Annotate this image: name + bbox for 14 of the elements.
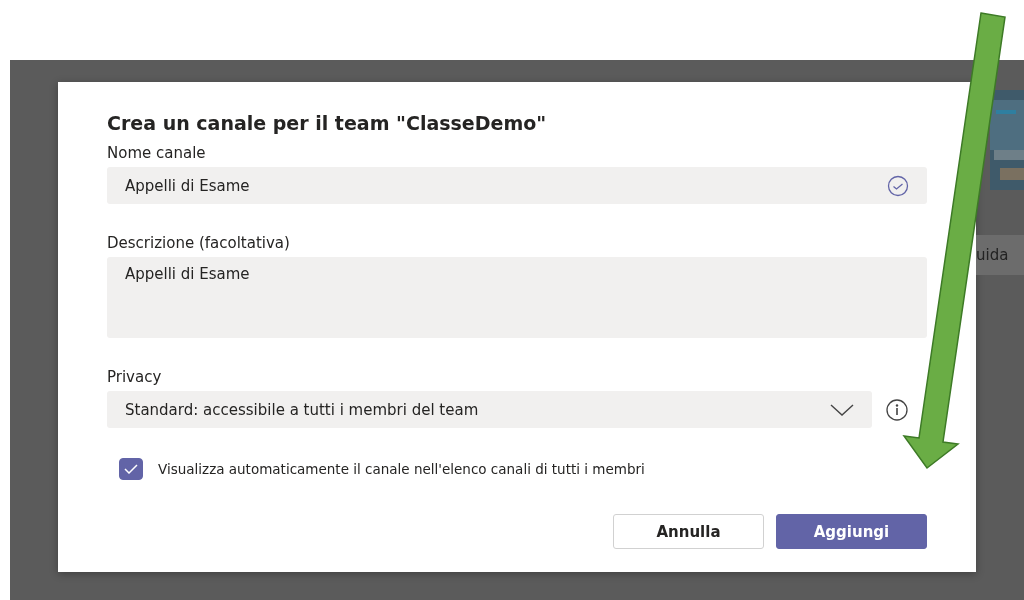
dropdown[interactable]: Standard: accessibile a tutti i membri del team xyxy=(107,391,872,428)
checkbox-label: Visualizza automaticamente il canale nell'elenco canali di tutti i membri xyxy=(158,461,645,477)
checkbox[interactable] xyxy=(119,458,143,480)
field-label: Nome canale xyxy=(107,144,207,162)
text-area[interactable]: Appelli di Esame xyxy=(107,257,927,338)
add-button[interactable]: Aggiungi xyxy=(776,514,927,549)
dialog-title: Crea un canale per il team "ClasseDemo" xyxy=(107,112,548,134)
field-label: Privacy xyxy=(107,368,163,386)
cancel-button[interactable]: Annulla xyxy=(613,514,764,549)
checkmark-icon xyxy=(124,464,138,474)
input-field[interactable]: Appelli di Esame xyxy=(107,167,927,204)
chevron-down-icon xyxy=(830,403,854,416)
field-label: Descrizione (facoltativa) xyxy=(107,234,291,252)
info-icon[interactable] xyxy=(885,397,909,422)
